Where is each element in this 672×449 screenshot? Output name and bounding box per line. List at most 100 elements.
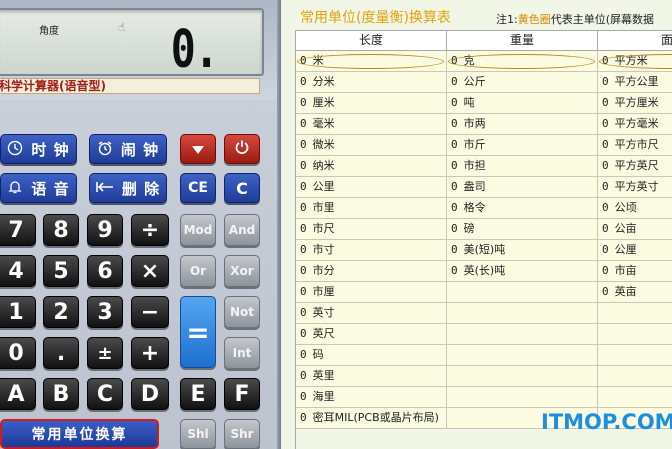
unit-cell-area[interactable]: 0 平方市尺	[598, 135, 672, 156]
digit-4-button[interactable]: 4	[0, 255, 36, 287]
digit-9-button[interactable]: 9	[87, 214, 123, 246]
int-button[interactable]: Int	[224, 337, 260, 369]
unit-cell-length[interactable]: 0 英寸	[296, 303, 447, 324]
ce-button[interactable]: CE	[180, 173, 216, 203]
unit-cell-length[interactable]: 0 英尺	[296, 324, 447, 345]
unit-cell-weight[interactable]: 0 市两	[447, 114, 598, 135]
note-suffix: 代表主单位(屏幕数据	[550, 13, 655, 26]
unit-cell-length[interactable]: 0 毫米	[296, 114, 447, 135]
unit-cell-length[interactable]: 0码	[296, 345, 447, 366]
unit-cell-area[interactable]: 0 公厘	[598, 240, 672, 261]
decimal-point-button[interactable]: .	[43, 337, 79, 369]
unit-cell-length[interactable]: 0 公里	[296, 177, 447, 198]
unit-cell-area[interactable]: 0 市亩	[598, 261, 672, 282]
unit-cell-area[interactable]: 0 平方米	[598, 51, 672, 72]
unit-cell-weight[interactable]: 0 公斤	[447, 72, 598, 93]
unit-cell-area[interactable]: 0 平方公里	[598, 72, 672, 93]
unit-cell-weight[interactable]: 0 格令	[447, 198, 598, 219]
unit-value: 0	[300, 411, 307, 424]
unit-cell-length[interactable]: 0 英里	[296, 366, 447, 387]
shl-button[interactable]: Shl	[180, 419, 216, 449]
shr-button[interactable]: Shr	[224, 419, 260, 449]
unit-value: 0	[300, 138, 307, 151]
hex-c-button[interactable]: C	[87, 378, 123, 410]
unit-value: 0	[602, 159, 609, 172]
unit-label: 市里	[312, 201, 335, 214]
unit-cell-weight[interactable]: 0克	[447, 51, 598, 72]
unit-cell-area	[598, 345, 672, 366]
unit-value: 0	[602, 264, 609, 277]
plus-minus-button[interactable]: ±	[87, 337, 123, 369]
unit-cell-area[interactable]: 0 公亩	[598, 219, 672, 240]
unit-label: 公顷	[614, 201, 637, 214]
mod-button[interactable]: Mod	[180, 214, 216, 246]
multiply-button[interactable]: ×	[131, 255, 169, 287]
unit-cell-length[interactable]: 0 市里	[296, 198, 447, 219]
hex-e-button[interactable]: E	[180, 378, 216, 410]
unit-cell-length[interactable]: 0 分米	[296, 72, 447, 93]
unit-label: 纳米	[312, 159, 335, 172]
unit-cell-length[interactable]: 0 市寸	[296, 240, 447, 261]
unit-cell-length[interactable]: 0 纳米	[296, 156, 447, 177]
triangle-down-icon	[191, 140, 205, 159]
unit-table: 长度 重量 面积 0米0克0平方米0分米0公斤0平方公里0厘米0吨0平方厘米0毫…	[295, 30, 672, 449]
unit-cell-length[interactable]: 0 市分	[296, 261, 447, 282]
hex-f-button[interactable]: F	[224, 378, 260, 410]
plus-button[interactable]: +	[131, 337, 169, 369]
voice-button[interactable]: 语 音	[0, 173, 77, 203]
minus-button[interactable]: −	[131, 296, 169, 328]
unit-cell-weight[interactable]: 0磅	[447, 219, 598, 240]
unit-value: 0	[451, 96, 458, 109]
unit-cell-weight[interactable]: 0吨	[447, 93, 598, 114]
power-button[interactable]	[224, 134, 260, 164]
unit-value: 0	[300, 285, 307, 298]
hex-d-button[interactable]: D	[131, 378, 169, 410]
unit-cell-length[interactable]: 0 厘米	[296, 93, 447, 114]
unit-cell-weight[interactable]: 0 市担	[447, 156, 598, 177]
digit-3-button[interactable]: 3	[87, 296, 123, 328]
down-button[interactable]	[180, 134, 216, 164]
digit-5-button[interactable]: 5	[43, 255, 79, 287]
and-button[interactable]: And	[224, 214, 260, 246]
unit-label: 英尺	[312, 327, 335, 340]
converter-note: 注1:黄色圈代表主单位(屏幕数据	[496, 11, 654, 27]
unit-cell-area[interactable]: 0 平方英尺	[598, 156, 672, 177]
digit-0-button[interactable]: 0	[0, 337, 36, 369]
xor-button[interactable]: Xor	[224, 255, 260, 287]
digit-6-button[interactable]: 6	[87, 255, 123, 287]
unit-label: 微米	[312, 138, 335, 151]
unit-cell-weight[interactable]: 0 市斤	[447, 135, 598, 156]
unit-cell-area[interactable]: 0 公顷	[598, 198, 672, 219]
c-button[interactable]: C	[224, 173, 260, 203]
or-button[interactable]: Or	[180, 255, 216, 287]
hex-b-button[interactable]: B	[43, 378, 79, 410]
hex-a-button[interactable]: A	[0, 378, 36, 410]
digit-1-button[interactable]: 1	[0, 296, 36, 328]
alarm-button[interactable]: 闹 钟	[89, 134, 167, 164]
digit-7-button[interactable]: 7	[0, 214, 36, 246]
unit-cell-weight[interactable]: 0 盎司	[447, 177, 598, 198]
unit-cell-area[interactable]: 0 平方毫米	[598, 114, 672, 135]
calculator-panel: 角度 ☝ 0. 科学计算器(语音型) 时 钟 闹 钟 语 音 删 除 CE C …	[0, 0, 281, 449]
unit-cell-length[interactable]: 0 市厘	[296, 282, 447, 303]
digit-2-button[interactable]: 2	[43, 296, 79, 328]
unit-cell-area[interactable]: 0 平方英寸	[598, 177, 672, 198]
unit-cell-length[interactable]: 0 海里	[296, 387, 447, 408]
power-icon	[234, 139, 250, 159]
clock-button[interactable]: 时 钟	[0, 134, 77, 164]
not-button[interactable]: Not	[224, 296, 260, 328]
unit-cell-length[interactable]: 0 微米	[296, 135, 447, 156]
unit-cell-area[interactable]: 0 英亩	[598, 282, 672, 303]
unit-cell-length[interactable]: 0米	[296, 51, 447, 72]
unit-cell-area[interactable]: 0 平方厘米	[598, 93, 672, 114]
digit-8-button[interactable]: 8	[43, 214, 79, 246]
delete-button[interactable]: 删 除	[89, 173, 167, 203]
unit-cell-length[interactable]: 0 市尺	[296, 219, 447, 240]
equals-button[interactable]: =	[180, 296, 216, 368]
unit-value: 0	[602, 180, 609, 193]
divide-button[interactable]: ÷	[131, 214, 169, 246]
unit-cell-weight[interactable]: 0 美(短)吨	[447, 240, 598, 261]
unit-convert-button[interactable]: 常用单位换算	[0, 419, 159, 449]
unit-cell-weight[interactable]: 0 英(长)吨	[447, 261, 598, 282]
unit-cell-length[interactable]: 0 密耳MIL(PCB或晶片布局)	[296, 408, 447, 429]
